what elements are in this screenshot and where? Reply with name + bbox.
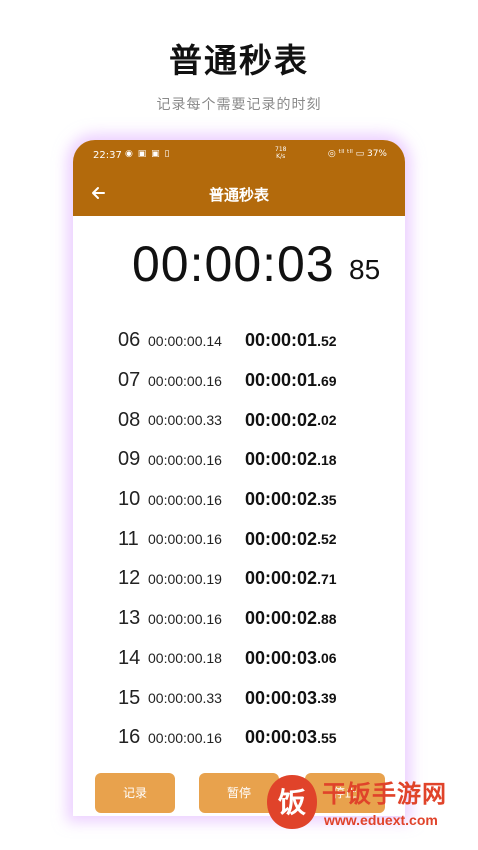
battery-percent: 37% xyxy=(366,149,387,159)
lap-total: 00:00:02 xyxy=(245,568,318,589)
lap-total: 00:00:01 xyxy=(245,370,318,391)
lap-total: 00:00:02 xyxy=(245,489,318,510)
lap-split: 00:00:00.14 xyxy=(148,332,222,349)
watermark-url: www.eduext.com xyxy=(324,812,438,828)
phone-screen: 22:37 ◉ ▣ ▣ ▯ 718 K/s ◎ ᵗˡˡ ᵗˡˡ ▭ 37% 普通… xyxy=(73,140,405,816)
lap-number: 09 xyxy=(118,448,141,471)
lap-split: 00:00:00.16 xyxy=(148,372,222,389)
lap-total: 00:00:02 xyxy=(245,528,318,549)
lap-row: 08 00:00:00.33 00:00:02.02 xyxy=(118,400,398,440)
lap-number: 14 xyxy=(118,646,141,669)
lap-split: 00:00:00.16 xyxy=(148,729,222,746)
lap-number: 11 xyxy=(118,527,139,550)
lap-total: 00:00:03 xyxy=(245,647,318,668)
lap-number: 07 xyxy=(118,369,141,392)
lap-row: 10 00:00:00.16 00:00:02.35 xyxy=(118,480,398,520)
status-right: ◎ ᵗˡˡ ᵗˡˡ ▭ 37% xyxy=(328,149,387,159)
lap-row: 09 00:00:00.16 00:00:02.18 xyxy=(118,440,398,480)
network-speed: 718 K/s xyxy=(275,146,286,160)
promo-title: 普通秒表 xyxy=(169,41,309,80)
promo-subtitle: 记录每个需要记录的时刻 xyxy=(156,97,322,113)
lap-split: 00:00:00.18 xyxy=(148,650,222,667)
lap-number: 10 xyxy=(118,488,141,511)
lap-row: 16 00:00:00.16 00:00:03.55 xyxy=(118,718,398,758)
lap-row: 06 00:00:00.14 00:00:01.52 xyxy=(118,321,398,361)
lap-row: 15 00:00:00.33 00:00:03.39 xyxy=(118,678,398,718)
lap-split: 00:00:00.33 xyxy=(148,412,222,429)
lap-total: 00:00:02 xyxy=(245,449,318,470)
lap-total-centiseconds: .69 xyxy=(317,372,337,389)
signal-icons: ◎ ᵗˡˡ ᵗˡˡ xyxy=(327,149,353,159)
lap-total: 00:00:02 xyxy=(245,409,318,430)
lap-row: 14 00:00:00.18 00:00:03.06 xyxy=(118,639,398,679)
watermark-logo-char: 饭 xyxy=(278,786,306,819)
lap-total: 00:00:01 xyxy=(245,330,318,351)
main-timer: 00:00:03 xyxy=(132,236,335,292)
status-time: 22:37 xyxy=(93,150,122,161)
app-bar-title: 普通秒表 xyxy=(208,186,269,204)
app-bar: 22:37 ◉ ▣ ▣ ▯ 718 K/s ◎ ᵗˡˡ ᵗˡˡ ▭ 37% 普通… xyxy=(73,140,405,216)
main-timer-centiseconds: 85 xyxy=(349,254,381,285)
watermark-logo-icon: 饭 xyxy=(267,775,317,829)
lap-total-centiseconds: .02 xyxy=(317,412,337,429)
lap-row: 07 00:00:00.16 00:00:01.69 xyxy=(118,361,398,401)
lap-split: 00:00:00.16 xyxy=(148,491,222,508)
lap-total-centiseconds: .35 xyxy=(317,491,337,508)
lap-total: 00:00:03 xyxy=(245,687,318,708)
lap-split: 00:00:00.16 xyxy=(148,610,222,627)
notification-icons: ◉ ▣ ▣ ▯ xyxy=(125,149,171,159)
lap-total-centiseconds: .06 xyxy=(317,650,337,667)
status-bar: 22:37 ◉ ▣ ▣ ▯ 718 K/s ◎ ᵗˡˡ ᵗˡˡ ▭ 37% xyxy=(73,140,405,172)
network-speed-unit: K/s xyxy=(276,153,286,160)
record-button[interactable]: 记录 xyxy=(95,773,175,813)
watermark-text: 干饭手游网 xyxy=(322,780,447,808)
lap-split: 00:00:00.16 xyxy=(148,531,222,548)
lap-total: 00:00:02 xyxy=(245,608,318,629)
lap-split: 00:00:00.33 xyxy=(148,690,222,707)
lap-split: 00:00:00.19 xyxy=(148,570,222,587)
lap-number: 06 xyxy=(118,329,141,352)
lap-total-centiseconds: .52 xyxy=(317,531,337,548)
network-speed-value: 718 xyxy=(275,146,287,153)
lap-split: 00:00:00.16 xyxy=(148,451,222,468)
watermark: 饭 干饭手游网 www.eduext.com xyxy=(262,768,472,844)
lap-total-centiseconds: .18 xyxy=(317,451,337,468)
lap-total: 00:00:03 xyxy=(245,727,318,748)
lap-number: 16 xyxy=(118,726,141,749)
lap-number: 12 xyxy=(118,567,141,590)
lap-number: 08 xyxy=(118,408,141,431)
lap-row: 11 00:00:00.16 00:00:02.52 xyxy=(118,519,398,559)
lap-list: 06 00:00:00.14 00:00:01.52 07 00:00:00.1… xyxy=(118,321,398,758)
lap-total-centiseconds: .88 xyxy=(317,610,337,627)
lap-row: 12 00:00:00.19 00:00:02.71 xyxy=(118,559,398,599)
lap-total-centiseconds: .71 xyxy=(317,570,337,587)
lap-row: 13 00:00:00.16 00:00:02.88 xyxy=(118,599,398,639)
lap-total-centiseconds: .52 xyxy=(317,332,337,349)
lap-total-centiseconds: .39 xyxy=(317,690,337,707)
battery-icon: ▭ xyxy=(355,149,365,159)
lap-total-centiseconds: .55 xyxy=(317,729,337,746)
lap-number: 15 xyxy=(118,686,141,709)
lap-number: 13 xyxy=(118,607,141,630)
